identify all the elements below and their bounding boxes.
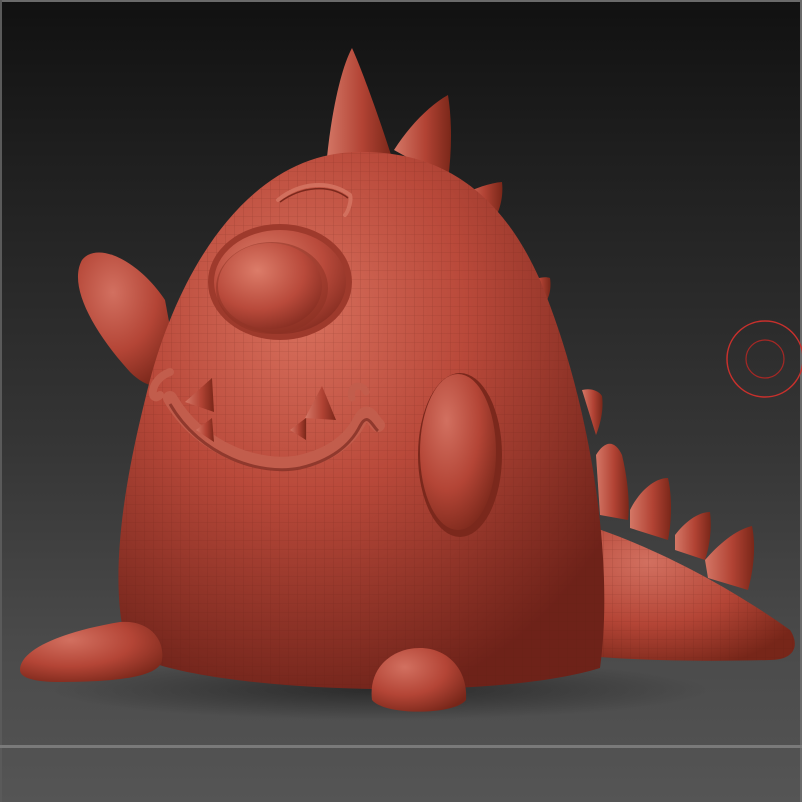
zbrush-canvas[interactable] (0, 0, 802, 802)
brush-cursor-icon (726, 320, 802, 398)
right-arm (418, 373, 502, 537)
eye (208, 224, 352, 340)
sculpt-model[interactable] (0, 0, 802, 802)
